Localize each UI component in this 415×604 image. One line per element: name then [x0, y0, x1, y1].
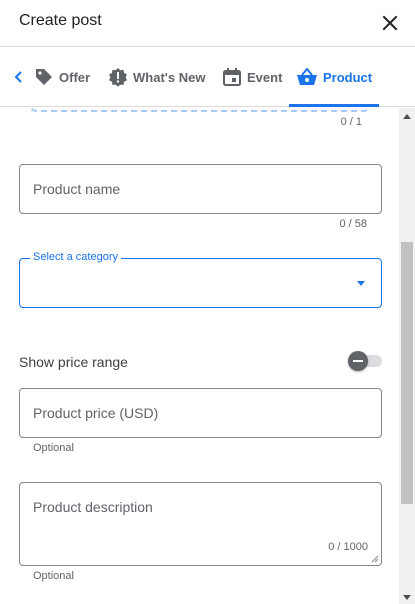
- tab-event-label: Event: [247, 69, 283, 85]
- tab-offer[interactable]: Offer: [34, 47, 90, 107]
- close-button[interactable]: [378, 11, 402, 35]
- form-scrollbar[interactable]: [399, 108, 415, 604]
- product-price-field[interactable]: Product price (USD): [19, 388, 382, 438]
- dialog-title: Create post: [19, 12, 102, 29]
- tab-offer-label: Offer: [59, 69, 91, 85]
- product-name-placeholder: Product name: [33, 181, 121, 197]
- scroll-up-arrow-icon[interactable]: [403, 114, 411, 119]
- chevron-left-icon: [14, 71, 22, 83]
- active-tab-indicator: [289, 104, 379, 107]
- scrollbar-thumb[interactable]: [401, 242, 413, 504]
- dialog-header: Create post: [0, 0, 415, 47]
- price-range-label: Show price range: [19, 354, 128, 370]
- product-description-helper: Optional: [33, 570, 74, 582]
- basket-icon: [297, 67, 317, 85]
- product-description-placeholder: Product description: [33, 499, 153, 515]
- image-upload-area[interactable]: [27, 108, 373, 112]
- product-form: 0 / 1 Product name 0 / 58 Select a categ…: [0, 108, 399, 604]
- tab-whats-new-label: What's New: [133, 69, 206, 85]
- scroll-down-arrow-icon[interactable]: [403, 595, 411, 600]
- product-name-field[interactable]: Product name: [19, 164, 382, 214]
- tag-icon: [36, 69, 52, 85]
- product-price-placeholder: Product price (USD): [33, 405, 159, 421]
- tab-whats-new[interactable]: What's New: [108, 47, 205, 107]
- tabs-scroll-back-button[interactable]: [8, 65, 30, 89]
- tab-event[interactable]: Event: [222, 47, 282, 107]
- tab-product[interactable]: Product: [296, 47, 372, 107]
- price-range-toggle[interactable]: [348, 351, 382, 371]
- resize-grip-icon[interactable]: [371, 555, 379, 563]
- alert-badge-icon: [109, 68, 127, 87]
- product-price-helper: Optional: [33, 442, 74, 454]
- tab-product-label: Product: [323, 69, 373, 85]
- calendar-icon: [223, 68, 241, 86]
- image-counter: 0 / 1: [340, 116, 362, 128]
- dropdown-arrow-icon: [357, 281, 365, 286]
- post-type-tabs: Offer What's New Event Product: [0, 47, 415, 107]
- close-icon: [382, 15, 398, 31]
- category-select[interactable]: Select a category: [19, 251, 382, 308]
- product-description-field[interactable]: Product description 0 / 1000: [19, 482, 382, 566]
- category-select-label: Select a category: [30, 251, 121, 263]
- toggle-knob-minus-icon: [348, 351, 368, 371]
- product-description-counter: 0 / 1000: [328, 541, 368, 553]
- product-name-counter: 0 / 58: [339, 218, 367, 230]
